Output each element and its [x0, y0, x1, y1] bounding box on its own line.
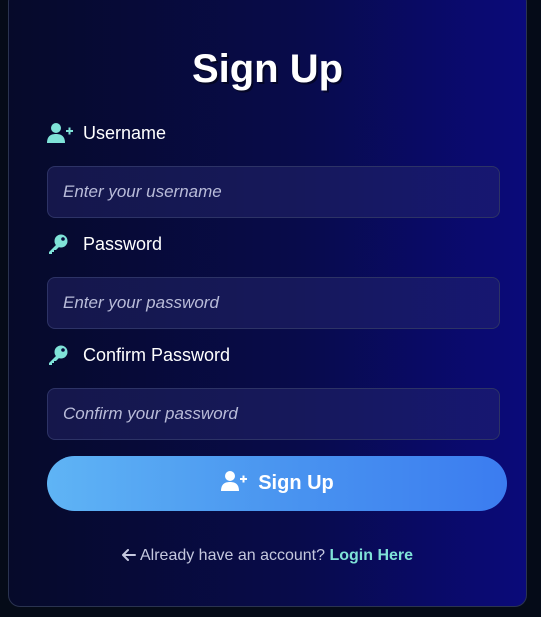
page-title: Sign Up	[191, 47, 344, 91]
user-plus-icon	[47, 121, 73, 145]
login-link[interactable]: Login Here	[329, 547, 413, 564]
key-icon	[47, 232, 73, 256]
username-input[interactable]	[47, 166, 500, 218]
user-plus-icon	[220, 470, 248, 498]
password-label: Password	[47, 232, 162, 256]
confirm-password-label-text: Confirm Password	[83, 345, 231, 365]
username-label-text: Username	[83, 123, 167, 143]
arrow-left-icon	[121, 546, 136, 566]
confirm-password-input[interactable]	[47, 388, 500, 440]
login-prompt: Already have an account? Login Here	[9, 546, 526, 566]
key-icon	[47, 343, 73, 367]
signup-button-label: Sign Up	[258, 472, 334, 494]
signup-button[interactable]: Sign Up	[47, 456, 507, 511]
confirm-password-label: Confirm Password	[47, 343, 230, 367]
login-prompt-text: Already have an account?	[139, 547, 325, 564]
signup-card: Sign Up Username Password	[8, 0, 527, 607]
username-label: Username	[47, 121, 166, 145]
password-label-text: Password	[83, 234, 163, 254]
password-input[interactable]	[47, 277, 500, 329]
